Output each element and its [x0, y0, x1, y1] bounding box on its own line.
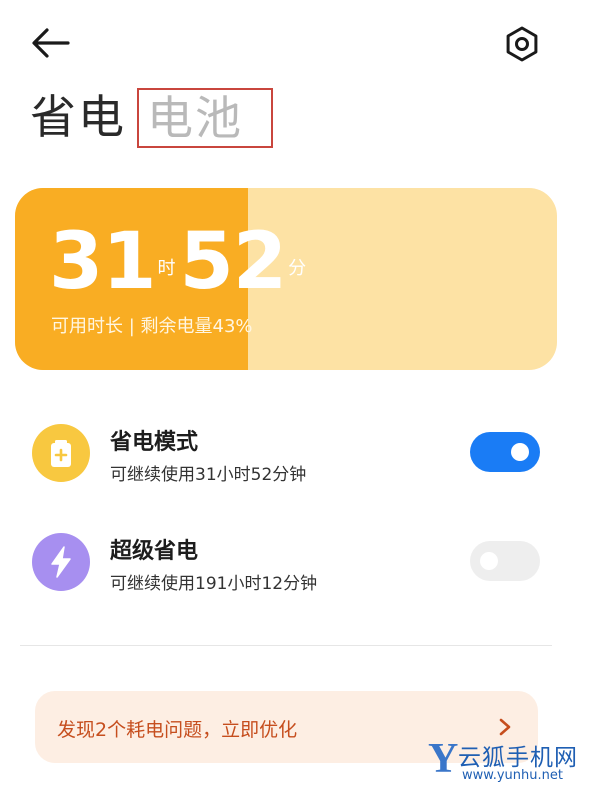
- hours-value: 31: [49, 217, 157, 307]
- optimize-suggestion-label: 发现2个耗电问题，立即优化: [57, 719, 298, 741]
- battery-plus-icon: [32, 424, 90, 482]
- ultra-power-saving-subtitle: 可继续使用191小时12分钟: [110, 574, 318, 594]
- minutes-unit: 分: [288, 258, 307, 279]
- tab-battery[interactable]: 电池: [137, 88, 273, 148]
- minutes-value: 52: [179, 217, 288, 307]
- ultra-power-saving-row[interactable]: 超级省电 可继续使用191小时12分钟: [0, 517, 600, 607]
- toggle-knob: [511, 443, 529, 461]
- toggle-knob: [480, 552, 498, 570]
- battery-status-card: 31 时52 分 可用时长 | 剩余电量43%: [15, 188, 557, 370]
- chevron-right-icon: [499, 718, 511, 736]
- gear-icon[interactable]: [502, 24, 542, 64]
- power-saving-mode-subtitle: 可继续使用31小时52分钟: [110, 465, 307, 485]
- power-saving-mode-row[interactable]: 省电模式 可继续使用31小时52分钟: [0, 408, 600, 498]
- section-divider: [20, 645, 552, 646]
- remaining-time: 31 时52 分: [49, 216, 310, 308]
- watermark-url: www.yunhu.net: [462, 768, 563, 783]
- watermark-logo-letter: Y: [428, 736, 459, 782]
- site-watermark: Y 云狐手机网 www.yunhu.net: [428, 736, 600, 788]
- hours-unit: 时: [157, 258, 176, 279]
- battery-subtitle: 可用时长 | 剩余电量43%: [51, 316, 253, 337]
- power-saving-mode-toggle[interactable]: [470, 432, 540, 472]
- lightning-bolt-icon: [32, 533, 90, 591]
- back-arrow-icon[interactable]: [30, 26, 72, 60]
- ultra-power-saving-title: 超级省电: [110, 539, 199, 564]
- ultra-power-saving-toggle[interactable]: [470, 541, 540, 581]
- power-saving-mode-title: 省电模式: [110, 430, 199, 455]
- watermark-site-name: 云狐手机网: [458, 745, 578, 771]
- tab-power-saving[interactable]: 省电: [30, 84, 126, 150]
